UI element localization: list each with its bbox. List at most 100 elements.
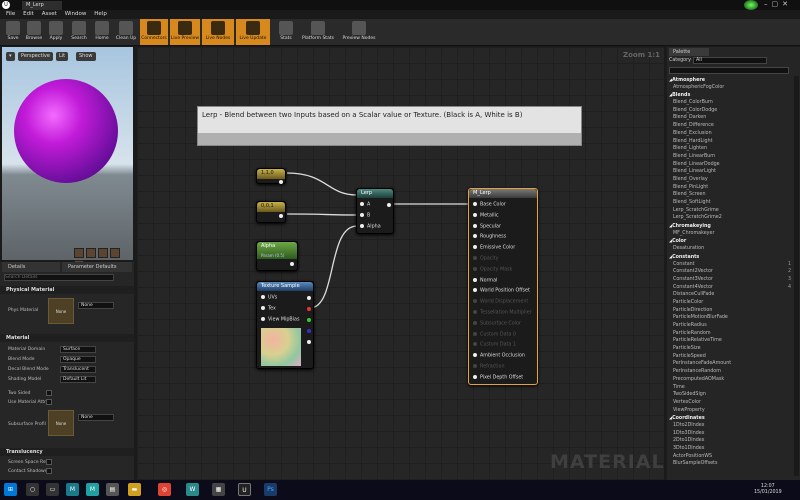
palette-item[interactable]: 3Dto1DIndex bbox=[667, 445, 793, 453]
palette-item[interactable]: Blend_HardLight bbox=[667, 138, 793, 146]
toolbar-live-update-button[interactable]: Live Update bbox=[236, 19, 270, 45]
palette-item[interactable]: ParticleMotionBlurFade bbox=[667, 314, 793, 322]
toolbar-connectors-button[interactable]: Connectors bbox=[140, 19, 168, 45]
node-alpha-param[interactable]: Alpha Param (0.5) bbox=[256, 241, 298, 271]
mipbias-pin[interactable] bbox=[261, 317, 265, 321]
result-input-pin[interactable] bbox=[473, 331, 477, 336]
palette-item[interactable]: Blend_LinearDodge bbox=[667, 161, 793, 169]
tab-parameter-defaults[interactable]: Parameter Defaults bbox=[62, 262, 132, 272]
app-m-icon[interactable]: M bbox=[66, 483, 79, 496]
toolbar-live-preview-button[interactable]: Live Preview bbox=[170, 19, 200, 45]
menu-edit[interactable]: Edit bbox=[23, 10, 34, 19]
toolbar-live-nodes-button[interactable]: Live Nodes bbox=[202, 19, 234, 45]
uvs-pin[interactable] bbox=[261, 295, 265, 299]
palette-item[interactable]: Blend_Overlay bbox=[667, 176, 793, 184]
app-w-icon[interactable]: W bbox=[186, 483, 199, 496]
tab-palette[interactable]: Palette bbox=[669, 48, 709, 56]
palette-item[interactable]: PerInstanceRandom bbox=[667, 368, 793, 376]
palette-item[interactable]: Constant3Vector 3 bbox=[667, 276, 793, 284]
category-dropdown[interactable]: All bbox=[693, 57, 767, 64]
palette-category[interactable]: ◢Chromakeying bbox=[667, 222, 793, 230]
section-material[interactable]: Material bbox=[0, 334, 134, 342]
section-translucency[interactable]: Translucency bbox=[0, 448, 134, 456]
use-material-attributes-checkbox[interactable] bbox=[46, 399, 52, 405]
palette-item[interactable]: ParticleDirection bbox=[667, 307, 793, 315]
palette-item[interactable]: ParticleColor bbox=[667, 299, 793, 307]
palette-item[interactable]: ViewProperty bbox=[667, 407, 793, 415]
toolbar-stats-button[interactable]: Stats bbox=[276, 19, 296, 45]
const1-output-pin[interactable] bbox=[279, 180, 283, 184]
lerp-b-pin[interactable] bbox=[360, 213, 364, 217]
palette-item[interactable]: AtmosphericFogColor bbox=[667, 84, 793, 92]
asset-tab[interactable]: M_Lerp bbox=[22, 1, 62, 10]
two-sided-checkbox[interactable] bbox=[46, 390, 52, 396]
unreal-engine-icon[interactable]: U bbox=[238, 483, 251, 496]
result-input-pin[interactable] bbox=[473, 299, 477, 304]
prop-dropdown[interactable]: Translucent bbox=[60, 366, 96, 373]
palette-item[interactable]: Blend_LinearBurn bbox=[667, 153, 793, 161]
result-input-pin[interactable] bbox=[473, 320, 477, 325]
lerp-a-pin[interactable] bbox=[360, 202, 364, 206]
result-input-pin[interactable] bbox=[473, 256, 477, 260]
task-view-icon[interactable]: ▭ bbox=[46, 483, 59, 496]
details-search-input[interactable] bbox=[4, 274, 114, 281]
screen-space-reflections-checkbox[interactable] bbox=[46, 459, 52, 465]
palette-item[interactable]: Blend_Exclusion bbox=[667, 130, 793, 138]
folder-icon[interactable]: ▬ bbox=[128, 483, 141, 496]
palette-item[interactable]: Blend_PinLight bbox=[667, 184, 793, 192]
node-constant3-yellow[interactable]: 1,1,0 bbox=[256, 168, 286, 184]
result-input-pin[interactable] bbox=[473, 353, 477, 358]
palette-item[interactable]: Constant 1 bbox=[667, 261, 793, 269]
palette-item[interactable]: 1Dto2DIndex bbox=[667, 422, 793, 430]
viewport-menu-icon[interactable]: ▾ bbox=[6, 52, 15, 61]
menu-file[interactable]: File bbox=[6, 10, 15, 19]
palette-item[interactable]: VertexColor bbox=[667, 399, 793, 407]
toolbar-apply-button[interactable]: Apply bbox=[46, 19, 66, 45]
windows-start-icon[interactable]: ⊞ bbox=[4, 483, 17, 496]
palette-item[interactable]: ParticleRadius bbox=[667, 322, 793, 330]
palette-item[interactable]: PrecomputedAOMask bbox=[667, 376, 793, 384]
result-input-pin[interactable] bbox=[473, 266, 477, 271]
palette-item[interactable]: Blend_SoftLight bbox=[667, 199, 793, 207]
toolbar-platform-stats-button[interactable]: Platform Stats bbox=[300, 19, 336, 45]
contact-shadows-checkbox[interactable] bbox=[46, 468, 52, 474]
palette-item[interactable]: Lerp_ScratchGrime bbox=[667, 207, 793, 215]
menu-asset[interactable]: Asset bbox=[42, 10, 57, 19]
palette-item[interactable]: Constant2Vector 2 bbox=[667, 268, 793, 276]
palette-item[interactable]: ParticleRelativeTime bbox=[667, 337, 793, 345]
palette-item[interactable]: 2Dto1DIndex bbox=[667, 437, 793, 445]
cylinder-icon[interactable] bbox=[74, 248, 84, 258]
palette-item[interactable]: TwoSidedSign bbox=[667, 391, 793, 399]
result-input-pin[interactable] bbox=[473, 202, 477, 206]
photoshop-icon[interactable]: Ps bbox=[264, 483, 277, 496]
toolbar-save-button[interactable]: Save bbox=[4, 19, 22, 45]
palette-item[interactable]: ParticleSpeed bbox=[667, 353, 793, 361]
phys-material-dropdown[interactable]: None bbox=[78, 302, 114, 309]
tab-details[interactable]: Details bbox=[2, 262, 60, 272]
palette-item[interactable]: Blend_ColorBurn bbox=[667, 99, 793, 107]
result-input-pin[interactable] bbox=[473, 374, 477, 379]
palette-item[interactable]: BlurSampleOffsets bbox=[667, 460, 793, 468]
result-input-pin[interactable] bbox=[473, 342, 477, 347]
palette-item[interactable]: PerInstanceFadeAmount bbox=[667, 360, 793, 368]
palette-category[interactable]: ◢Blends bbox=[667, 91, 793, 99]
palette-item[interactable]: ActorPositionWS bbox=[667, 453, 793, 461]
palette-search-input[interactable] bbox=[669, 67, 789, 74]
b-output-pin[interactable] bbox=[307, 329, 311, 333]
node-constant3-blue[interactable]: 0,0,1 bbox=[256, 201, 286, 223]
result-input-pin[interactable] bbox=[473, 223, 477, 228]
result-input-pin[interactable] bbox=[473, 234, 477, 239]
palette-item[interactable]: MF_Chromakeyer bbox=[667, 230, 793, 238]
palette-item[interactable]: Time bbox=[667, 384, 793, 392]
phys-material-thumbnail[interactable]: None bbox=[48, 298, 74, 324]
node-texture-sample[interactable]: Texture Sample UVs Tex View MipBias bbox=[256, 281, 314, 369]
node-lerp[interactable]: Lerp A B Alpha bbox=[356, 188, 394, 234]
palette-category[interactable]: ◢Constants bbox=[667, 253, 793, 261]
palette-item[interactable]: ParticleRandom bbox=[667, 330, 793, 338]
result-input-pin[interactable] bbox=[473, 288, 477, 293]
palette-item[interactable]: ParticleSize bbox=[667, 345, 793, 353]
search-icon[interactable]: ○ bbox=[26, 483, 39, 496]
node-material-result[interactable]: M_Lerp Base Color Metallic Specular Roughne… bbox=[468, 188, 538, 385]
comment-box[interactable]: Lerp - Blend between two Inputs based on… bbox=[197, 106, 582, 146]
show-button[interactable]: Show bbox=[76, 52, 96, 61]
